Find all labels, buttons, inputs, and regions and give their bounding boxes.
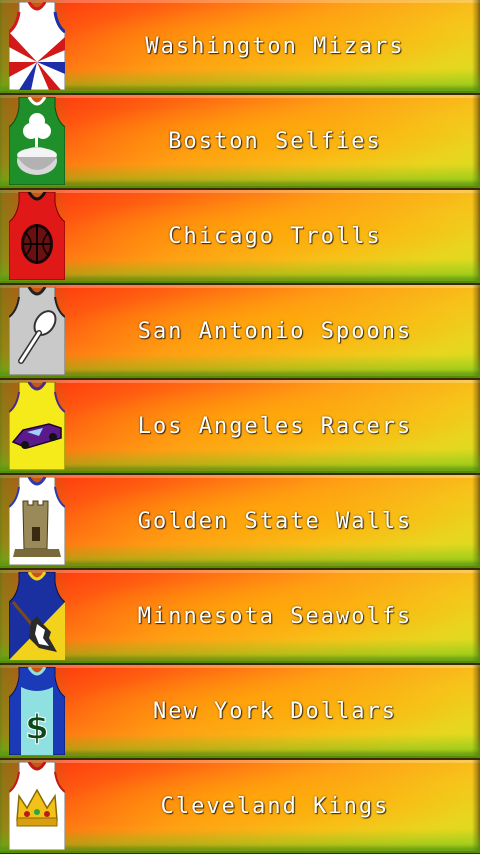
team-row-san-antonio-spoons[interactable]: San Antonio Spoons [0, 285, 480, 378]
basketball-jersey-icon [9, 192, 65, 280]
team-name: San Antonio Spoons [137, 319, 413, 344]
sunburst-jersey-icon [9, 2, 65, 90]
wolf-jersey-icon [9, 572, 65, 660]
team-row-boston-selfies[interactable]: Boston Selfies [0, 95, 480, 188]
team-name: Washington Mizars [145, 34, 405, 59]
dollar-sign-jersey-icon: $ [9, 667, 65, 755]
team-name: Chicago Trolls [168, 224, 382, 249]
team-row-cleveland-kings[interactable]: Cleveland Kings [0, 760, 480, 853]
team-row-chicago-trolls[interactable]: Chicago Trolls [0, 190, 480, 283]
team-row-los-angeles-racers[interactable]: Los Angeles Racers [0, 380, 480, 473]
svg-text:$: $ [25, 708, 49, 748]
spoon-jersey-icon [9, 287, 65, 375]
team-name: Golden State Walls [137, 509, 413, 534]
team-row-golden-state-walls[interactable]: Golden State Walls [0, 475, 480, 568]
race-car-jersey-icon [9, 382, 65, 470]
team-name: New York Dollars [153, 699, 397, 724]
team-row-minnesota-seawolfs[interactable]: Minnesota Seawolfs [0, 570, 480, 663]
team-row-washington-mizars[interactable]: Washington Mizars [0, 0, 480, 93]
team-name: Minnesota Seawolfs [137, 604, 413, 629]
shamrock-jersey-icon [9, 97, 65, 185]
team-list: Washington Mizars Boston Selfies Chicago… [0, 0, 480, 854]
team-row-new-york-dollars[interactable]: $ New York Dollars [0, 665, 480, 758]
team-name: Boston Selfies [168, 129, 382, 154]
team-name: Cleveland Kings [160, 794, 390, 819]
team-name: Los Angeles Racers [137, 414, 413, 439]
castle-tower-jersey-icon [9, 477, 65, 565]
crown-jersey-icon [9, 762, 65, 850]
